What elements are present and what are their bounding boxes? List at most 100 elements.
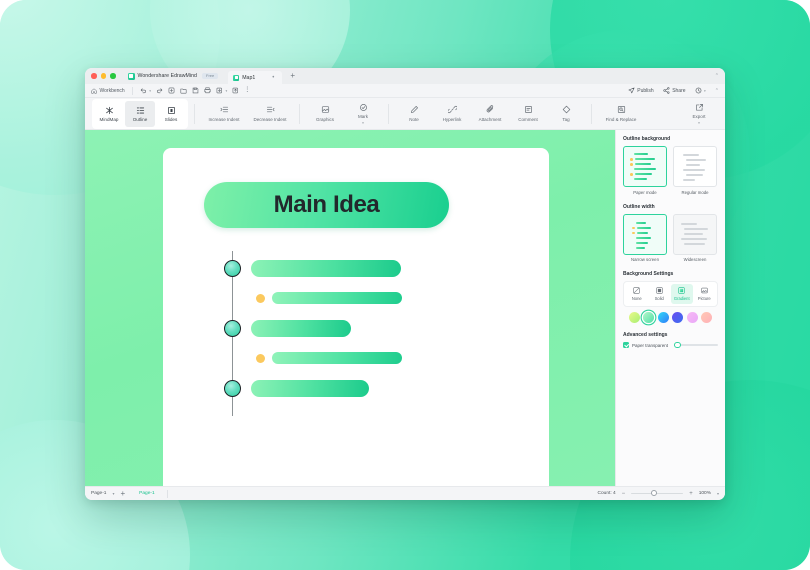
undo-button[interactable]: ▾ — [140, 87, 151, 94]
page-tab[interactable]: Page-1 — [91, 491, 106, 496]
outline-canvas[interactable]: Main Idea — [85, 130, 615, 486]
edrawmind-logo-icon — [127, 72, 135, 80]
mindmap-icon — [105, 106, 113, 114]
tool-graphics[interactable]: Graphics — [306, 100, 344, 128]
zoom-slider-knob[interactable] — [651, 490, 658, 497]
import-caret-icon[interactable]: ▾ — [225, 89, 227, 93]
undo-caret-icon[interactable]: ▾ — [149, 89, 151, 93]
outline-row-subtopic[interactable] — [203, 283, 529, 313]
mode-outline[interactable]: Outline — [125, 100, 155, 127]
swatch-cyan-blue[interactable] — [657, 312, 669, 323]
export-button[interactable]: Export ▾ — [680, 100, 718, 128]
paper-transparent-checkbox[interactable] — [623, 342, 629, 348]
workbench-button[interactable]: Workbench — [91, 88, 125, 94]
tool-label: Attachment — [478, 116, 502, 122]
transparency-slider[interactable] — [674, 341, 718, 349]
plan-badge[interactable]: Free — [202, 73, 219, 79]
zoom-out-button[interactable]: − — [622, 491, 626, 497]
topic-bar[interactable] — [251, 379, 369, 397]
widescreen-preview[interactable] — [673, 213, 717, 255]
tool-increase-indent[interactable]: Increase Indent — [201, 100, 247, 128]
tool-decrease-indent[interactable]: Decrease Indent — [247, 100, 293, 128]
topic-node-marker[interactable] — [224, 259, 241, 277]
topic-bar[interactable] — [251, 259, 401, 277]
page-caret-icon[interactable]: ▾ — [112, 491, 114, 496]
print-button[interactable] — [204, 87, 211, 94]
zoom-slider[interactable] — [631, 490, 684, 497]
mode-slides[interactable]: Slides — [156, 101, 186, 127]
narrow-screen-preview[interactable] — [623, 213, 667, 255]
swatch-green[interactable] — [643, 312, 655, 323]
outline-row-topic[interactable] — [203, 373, 529, 403]
tool-find-replace[interactable]: Find & Replace — [598, 100, 644, 128]
background-type-options: None Solid Gradient Picture — [623, 281, 718, 307]
collapse-ribbon-caret-icon[interactable]: ⌃ — [715, 73, 719, 79]
tool-mark[interactable]: Mark ▾ — [344, 100, 382, 128]
tool-note[interactable]: Note — [395, 100, 433, 128]
share-button[interactable]: Share — [663, 87, 686, 94]
option-widescreen[interactable]: Widescreen — [673, 213, 717, 262]
save-button[interactable] — [192, 87, 199, 94]
swatch-purple-blue[interactable] — [672, 312, 684, 323]
outline-row-subtopic[interactable] — [203, 343, 529, 373]
outline-row-topic[interactable] — [203, 313, 529, 343]
widescreen-label: Widescreen — [683, 257, 707, 262]
main-idea-node[interactable]: Main Idea — [204, 182, 449, 228]
history-button[interactable]: ▾ — [695, 87, 706, 94]
publish-button[interactable]: Publish — [628, 87, 654, 94]
document-tab-map1[interactable]: Map1 • — [228, 71, 283, 84]
more-options-button[interactable]: ⋮ — [244, 87, 250, 92]
topic-bar[interactable] — [251, 319, 351, 337]
export-quick-button[interactable] — [232, 87, 239, 94]
option-narrow-screen[interactable]: Narrow screen — [623, 213, 667, 262]
history-caret-icon[interactable]: ▾ — [704, 89, 706, 93]
zoom-caret-icon[interactable]: ▾ — [717, 491, 719, 496]
maximize-window-button[interactable] — [110, 73, 116, 79]
current-page-label[interactable]: Page-1 — [139, 491, 154, 496]
subtopic-dot-marker[interactable] — [256, 293, 265, 303]
topic-node-marker[interactable] — [224, 319, 241, 337]
regular-mode-preview[interactable] — [673, 146, 717, 187]
tool-label: Graphics — [315, 116, 334, 122]
subtopic-bar[interactable] — [272, 352, 402, 364]
close-window-button[interactable] — [91, 73, 97, 79]
new-tab-button[interactable]: + — [290, 72, 295, 80]
paper-mode-preview[interactable] — [623, 146, 667, 187]
window-controls[interactable] — [91, 73, 116, 79]
new-file-button[interactable] — [168, 87, 175, 94]
add-page-button[interactable]: + — [120, 489, 125, 498]
status-bar: Page-1 ▾ + Page-1 Count: 4 − + 100% ▾ — [85, 486, 725, 500]
import-button[interactable]: ▾ — [216, 87, 227, 94]
background-solid-option[interactable]: Solid — [649, 284, 671, 304]
tool-comment[interactable]: Comment — [509, 100, 547, 128]
tool-attachment[interactable]: Attachment — [471, 100, 509, 128]
background-none-option[interactable]: None — [626, 284, 648, 304]
tool-hyperlink[interactable]: Hyperlink — [433, 100, 471, 128]
open-file-button[interactable] — [180, 87, 187, 94]
tab-close-icon[interactable]: • — [272, 75, 274, 81]
transparency-slider-knob[interactable] — [674, 341, 681, 349]
swatch-pink-violet[interactable] — [686, 312, 698, 323]
outline-paper[interactable]: Main Idea — [163, 148, 549, 486]
redo-button[interactable] — [156, 87, 163, 94]
save-icon — [192, 87, 199, 94]
swatch-peach-pink[interactable] — [701, 312, 713, 323]
outline-tree — [203, 251, 529, 416]
minimize-window-button[interactable] — [100, 73, 106, 79]
background-picture-option[interactable]: Picture — [694, 284, 716, 304]
swatch-yellow-green[interactable] — [628, 312, 640, 323]
mark-caret-icon[interactable]: ▾ — [362, 121, 364, 125]
zoom-in-button[interactable]: + — [689, 491, 693, 497]
mark-icon — [359, 104, 367, 111]
subtopic-bar[interactable] — [272, 292, 402, 304]
mode-mindmap[interactable]: MindMap — [94, 101, 124, 127]
option-paper-mode[interactable]: Paper mode — [623, 146, 667, 195]
outline-row-topic[interactable] — [203, 253, 529, 283]
topic-node-marker[interactable] — [224, 379, 241, 397]
tool-tag[interactable]: Tag — [547, 100, 585, 128]
collapse-panel-chevron-icon[interactable]: ⌃ — [715, 88, 719, 94]
subtopic-dot-marker[interactable] — [256, 353, 265, 363]
option-regular-mode[interactable]: Regular mode — [673, 146, 717, 195]
background-gradient-option[interactable]: Gradient — [671, 284, 693, 304]
export-caret-icon[interactable]: ▾ — [698, 121, 700, 125]
